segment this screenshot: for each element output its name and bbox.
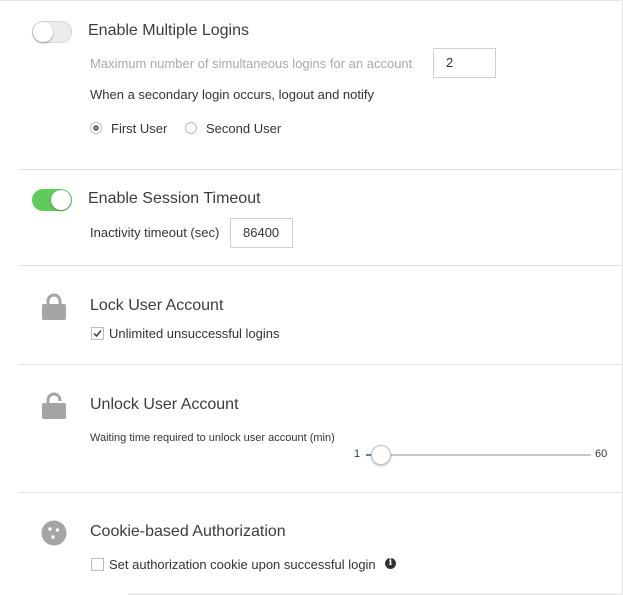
auth-cookie-label[interactable]: Set authorization cookie upon successful… [109,557,376,572]
section-divider [18,492,623,493]
unlock-account-title: Unlock User Account [90,396,239,413]
session-timeout-toggle[interactable] [32,189,72,211]
multiple-logins-toggle[interactable] [32,21,72,43]
cookie-icon [41,520,67,546]
unlock-wait-label: Waiting time required to unlock user acc… [90,432,335,444]
toggle-knob [51,190,71,210]
unlock-icon [42,392,66,419]
section-divider [18,265,623,266]
lock-account-title: Lock User Account [90,297,224,314]
auth-cookie-checkbox[interactable] [91,558,104,571]
inactivity-timeout-input[interactable]: 86400 [230,218,293,248]
info-icon[interactable]: i [385,558,396,569]
checkmark-icon [93,330,102,338]
cookie-auth-title: Cookie-based Authorization [90,523,286,540]
section-divider [18,169,623,170]
section-divider [18,364,623,365]
unlimited-logins-checkbox[interactable] [91,327,104,340]
slider-max-label: 60 [595,448,608,460]
first-user-label[interactable]: First User [111,121,167,136]
second-user-radio[interactable] [185,122,197,134]
second-user-label[interactable]: Second User [206,121,281,136]
toggle-knob [33,22,53,42]
multiple-logins-title: Enable Multiple Logins [88,22,249,39]
max-logins-label: Maximum number of simultaneous logins fo… [90,56,413,71]
unlock-slider-thumb[interactable] [371,445,392,465]
unlock-slider-track[interactable] [366,454,591,456]
lock-icon [42,293,66,320]
inactivity-timeout-label: Inactivity timeout (sec) [90,225,220,240]
first-user-radio[interactable] [90,122,102,134]
slider-min-label: 1 [354,448,361,460]
secondary-login-label: When a secondary login occurs, logout an… [90,87,375,102]
top-border [0,0,623,1]
max-logins-input[interactable]: 2 [433,48,496,78]
unlimited-logins-label[interactable]: Unlimited unsuccessful logins [109,326,280,341]
session-timeout-title: Enable Session Timeout [88,190,261,207]
